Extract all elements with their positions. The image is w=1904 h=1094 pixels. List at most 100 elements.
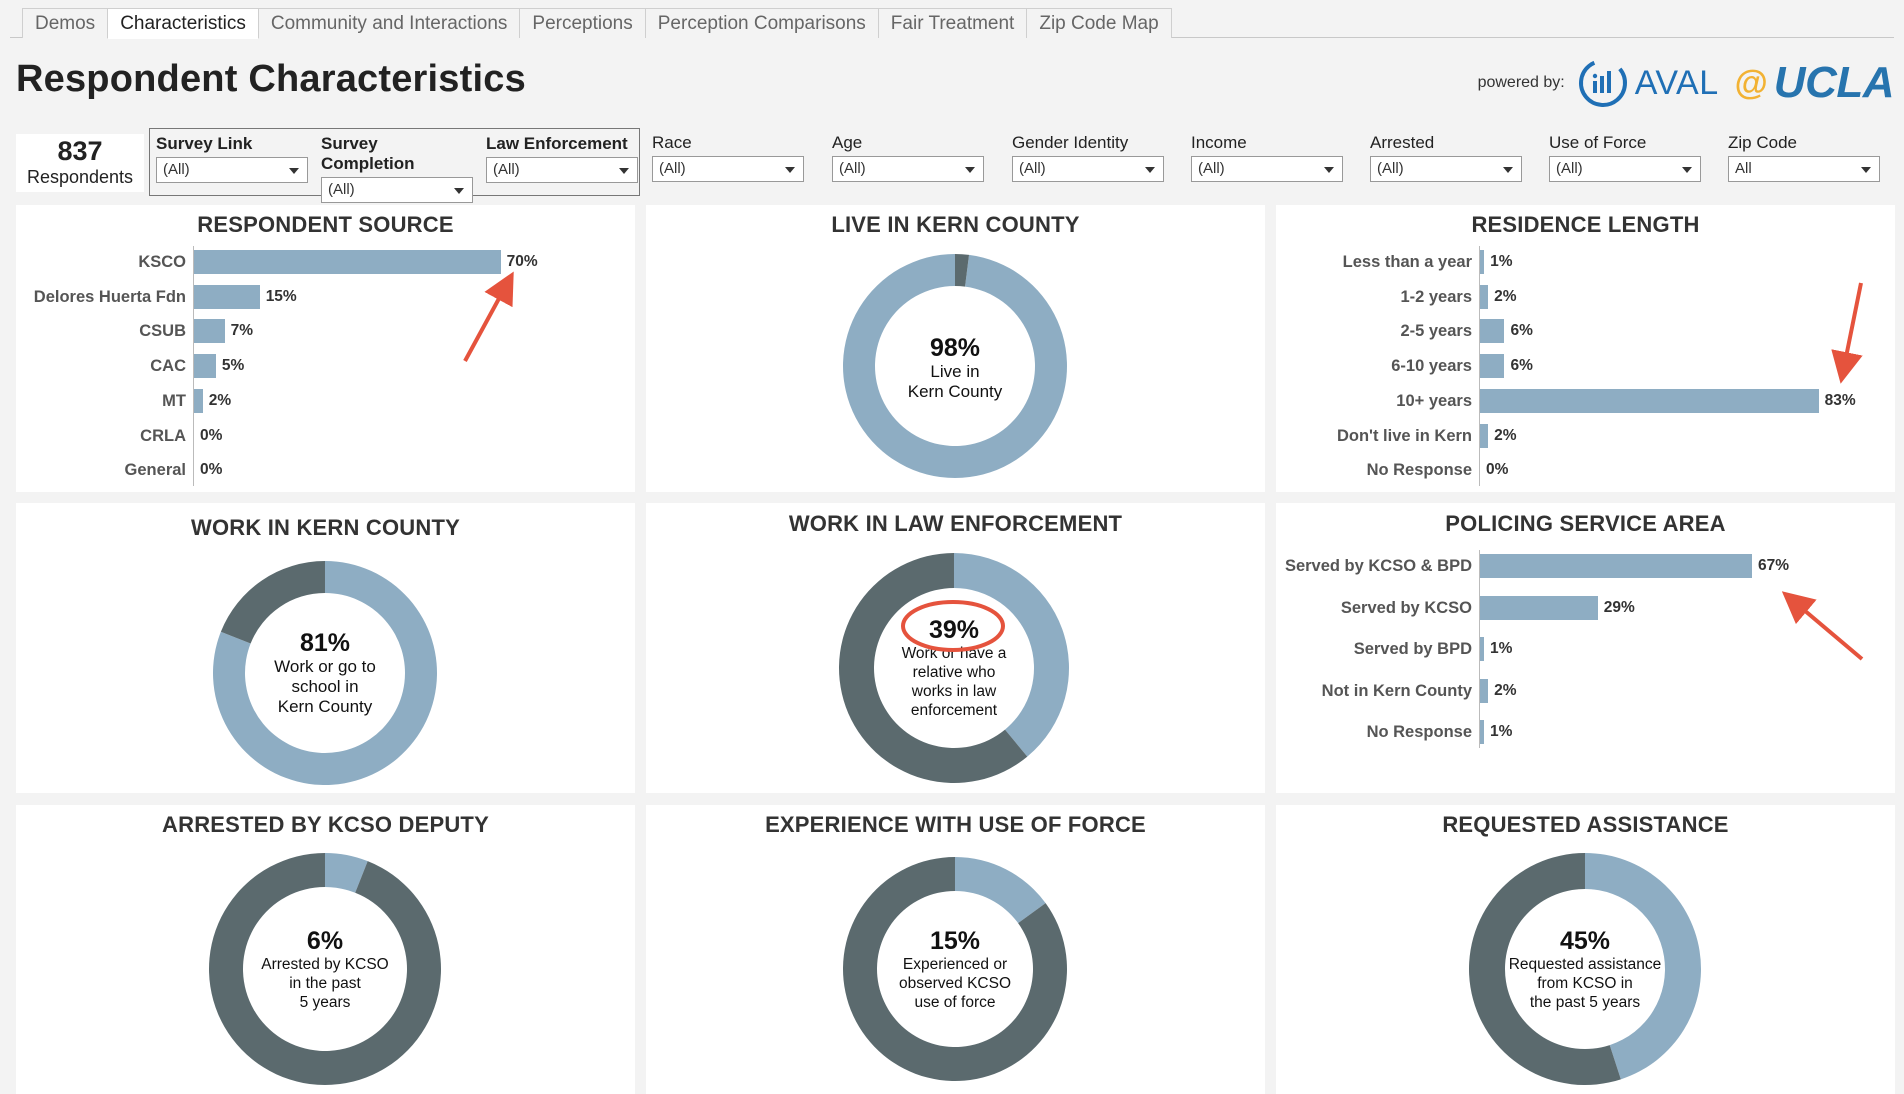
bar-row: 1-2 years 2%	[1276, 284, 1895, 309]
donut-caption-line: works in law	[911, 683, 997, 700]
bar-row: 6-10 years 6%	[1276, 354, 1895, 379]
donut-chart: 45% Requested assistance from KCSO in the p…	[1467, 851, 1703, 1087]
filter-value: (All)	[328, 181, 355, 198]
donut-percent: 39%	[928, 616, 980, 644]
filter-race: Race (All)	[652, 133, 804, 182]
bar-row: 10+ years 83%	[1276, 388, 1895, 413]
bar-value-label: 0%	[200, 461, 223, 479]
filter-value: (All)	[493, 161, 520, 178]
tab-fair-treatment[interactable]: Fair Treatment	[877, 8, 1028, 38]
bar-category-label: MT	[162, 391, 186, 410]
filter-dropdown[interactable]: (All)	[832, 156, 984, 182]
donut-caption-line: Work or have a	[901, 645, 1007, 662]
panel-work-law: WORK IN LAW ENFORCEMENT 39% Work or have …	[646, 503, 1265, 793]
panel-title: EXPERIENCE WITH USE OF FORCE	[765, 812, 1146, 837]
donut-caption-line: Work or go to	[274, 657, 376, 676]
filter-survey-link: Survey Link (All)	[156, 134, 308, 183]
panel-title: WORK IN KERN COUNTY	[190, 515, 460, 540]
filter-label: Income	[1191, 133, 1247, 152]
bar-row: CRLA 0%	[16, 424, 635, 448]
bar-row: Delores Huerta Fdn 15%	[16, 284, 635, 309]
filter-value: All	[1735, 160, 1752, 177]
bar-value-label: 67%	[1758, 557, 1790, 574]
filter-dropdown[interactable]: (All)	[1549, 156, 1701, 182]
filter-label: Age	[832, 133, 863, 152]
bar-row: KSCO 70%	[16, 250, 635, 274]
bar-row: Less than a year 1%	[1276, 250, 1895, 274]
filter-value: (All)	[1198, 160, 1225, 177]
tab-characteristics[interactable]: Characteristics	[107, 8, 259, 39]
bar-row: General 0%	[16, 458, 635, 482]
tab-perception-comparisons[interactable]: Perception Comparisons	[644, 8, 879, 38]
bar-value-label: 5%	[221, 357, 245, 375]
donut-center-text: 15% Experienced or observed KCSO use of for…	[841, 927, 1069, 1012]
bar-value-label: 2%	[1494, 426, 1517, 444]
bar	[194, 284, 260, 309]
panel-requested-assistance: REQUESTED ASSISTANCE 45% Requested assist…	[1276, 805, 1895, 1094]
donut-caption-line: school in	[291, 677, 359, 696]
bar-category-label: CAC	[150, 357, 186, 376]
tab-community-and-interactions[interactable]: Community and Interactions	[257, 8, 521, 38]
donut-caption-line: relative who	[912, 664, 996, 681]
donut-caption-line: Experienced or	[902, 955, 1008, 973]
panel-title: WORK IN LAW ENFORCEMENT	[788, 511, 1123, 536]
donut-chart: 81% Work or go to school in Kern County	[211, 559, 439, 787]
bar-category-label: KSCO	[138, 253, 186, 271]
filter-dropdown[interactable]: (All)	[1191, 156, 1343, 182]
bar-value-label: 15%	[265, 287, 297, 305]
chevron-down-icon	[1861, 167, 1871, 173]
bar-value-label: 2%	[1494, 681, 1517, 699]
filter-arrested: Arrested (All)	[1370, 133, 1522, 182]
tab-perceptions[interactable]: Perceptions	[519, 8, 646, 38]
panel-use-of-force: EXPERIENCE WITH USE OF FORCE 15% Experien…	[646, 805, 1265, 1094]
donut-center-text: 39% Work or have a relative who works in la…	[837, 616, 1071, 720]
panel-policing-area: POLICING SERVICE AREA Served by KCSO & B…	[1276, 503, 1895, 793]
filter-value: (All)	[1377, 160, 1404, 177]
bar-value-label: 0%	[1486, 461, 1509, 479]
bar	[1480, 250, 1485, 274]
bar-value-label: 2%	[1494, 287, 1517, 305]
filter-dropdown[interactable]: (All)	[321, 177, 473, 203]
filter-value: (All)	[659, 160, 686, 177]
bar	[1480, 388, 1819, 413]
chevron-down-icon	[454, 188, 464, 194]
filter-dropdown[interactable]: All	[1728, 156, 1880, 182]
filter-dropdown[interactable]: (All)	[486, 157, 638, 183]
bar	[194, 250, 501, 274]
panel-title: RESPONDENT SOURCE	[197, 212, 454, 237]
chevron-down-icon	[965, 167, 975, 173]
donut-center-text: 45% Requested assistance from KCSO in the p…	[1467, 927, 1703, 1012]
chevron-down-icon	[1145, 167, 1155, 173]
filter-value: (All)	[1556, 160, 1583, 177]
filter-dropdown[interactable]: (All)	[652, 156, 804, 182]
filter-label: Survey Completion	[321, 134, 415, 173]
bar-value-label: 2%	[208, 391, 232, 409]
donut-caption-line: Requested assistance	[1508, 955, 1662, 973]
donut-caption-line: enforcement	[910, 702, 998, 719]
donut-percent: 98%	[929, 334, 981, 362]
filter-dropdown[interactable]: (All)	[1012, 156, 1164, 182]
bar	[1480, 354, 1505, 379]
donut-center-text: 81% Work or go to school in Kern County	[211, 629, 439, 717]
bar-category-label: Served by KCSO & BPD	[1284, 557, 1472, 575]
filter-label: Survey Link	[156, 134, 253, 153]
chevron-down-icon	[785, 167, 795, 173]
powered-by-label: powered by:	[1477, 74, 1565, 91]
bar-category-label: Not in Kern County	[1321, 681, 1472, 700]
filter-dropdown[interactable]: (All)	[156, 157, 308, 183]
tab-bar: Demos Characteristics Community and Intera…	[10, 8, 1894, 39]
donut-percent: 6%	[306, 926, 344, 955]
respondent-count-label: Respondents	[26, 167, 134, 187]
bar-category-label: No Response	[1366, 723, 1472, 741]
page-title: Respondent Characteristics	[16, 58, 526, 100]
filter-dropdown[interactable]: (All)	[1370, 156, 1522, 182]
donut-caption-line: Kern County	[907, 382, 1003, 401]
bar	[1480, 678, 1489, 703]
tab-demos[interactable]: Demos	[22, 8, 109, 38]
panel-title: LIVE IN KERN COUNTY	[831, 212, 1080, 237]
tab-zip-code-map[interactable]: Zip Code Map	[1026, 8, 1172, 38]
panel-title: ARRESTED BY KCSO DEPUTY	[162, 812, 489, 837]
chevron-down-icon	[1503, 167, 1513, 173]
donut-chart: 39% Work or have a relative who works in la…	[837, 551, 1071, 785]
donut-chart: 98% Live in Kern County	[841, 252, 1069, 480]
